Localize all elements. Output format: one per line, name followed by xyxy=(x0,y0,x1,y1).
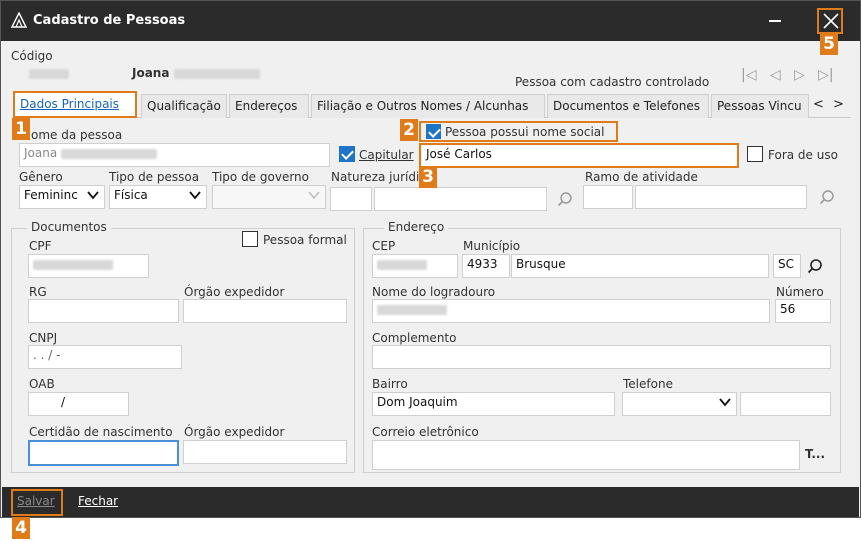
nome-input[interactable]: Joana xyxy=(19,143,330,167)
numero-label: Número xyxy=(776,285,824,299)
footer-bar: Salvar Fechar xyxy=(2,487,859,517)
pessoa-formal-checkbox[interactable] xyxy=(242,231,258,247)
cpf-label: CPF xyxy=(29,239,52,253)
oab-label: OAB xyxy=(29,377,55,391)
window-title: Cadastro de Pessoas xyxy=(33,13,186,28)
app-logo-icon xyxy=(11,12,27,28)
highlight-nome-social xyxy=(419,121,618,142)
email-label: Correio eletrônico xyxy=(372,425,479,439)
tab-scroll-right-icon[interactable]: > xyxy=(833,97,844,119)
pessoa-formal-label: Pessoa formal xyxy=(263,233,347,247)
orgao-expedidor-2-label: Órgão expedidor xyxy=(184,425,285,439)
documentos-title: Documentos xyxy=(27,220,111,234)
cep-input[interactable] xyxy=(372,254,458,278)
tipo-governo-select[interactable] xyxy=(212,185,326,209)
badge-4: 4 xyxy=(12,517,30,539)
complemento-input[interactable] xyxy=(372,345,831,369)
municipio-label: Município xyxy=(463,239,521,253)
bairro-input[interactable]: Dom Joaquim xyxy=(372,392,615,416)
tab-bar: Dados Principais Qualificação Endereços … xyxy=(13,91,851,119)
badge-5: 5 xyxy=(820,33,838,55)
numero-input[interactable]: 56 xyxy=(775,299,831,323)
cpf-input[interactable] xyxy=(28,254,149,278)
certidao-label: Certidão de nascimento xyxy=(29,425,173,439)
capitular-checkbox[interactable] xyxy=(339,146,355,162)
municipio-code-input[interactable]: 4933 xyxy=(462,254,510,278)
tipo-pessoa-select[interactable]: Física xyxy=(109,185,207,209)
endereco-title: Endereço xyxy=(384,220,449,234)
badge-3: 3 xyxy=(419,166,437,188)
chevron-down-icon xyxy=(87,191,99,200)
record-nav: |◁ ◁ ▷ ▷| xyxy=(741,67,834,83)
complemento-label: Complemento xyxy=(372,331,457,345)
uf-input[interactable]: SC xyxy=(773,254,801,278)
natureza-desc-input[interactable] xyxy=(374,187,547,211)
controlled-text: Pessoa com cadastro controlado xyxy=(515,75,710,89)
logradouro-label: Nome do logradouro xyxy=(372,285,496,299)
tab-qualificacao[interactable]: Qualificação xyxy=(141,94,227,118)
ramo-desc-input[interactable] xyxy=(635,185,807,209)
fora-de-uso-checkbox[interactable] xyxy=(747,146,763,162)
next-record-icon[interactable]: ▷ xyxy=(794,67,805,83)
person-name-header: Joana xyxy=(132,66,260,80)
email-input[interactable] xyxy=(372,440,800,470)
ramo-code-input[interactable] xyxy=(583,185,633,209)
chevron-down-icon xyxy=(189,191,201,200)
telefone-label: Telefone xyxy=(623,377,673,391)
capitular-label: Capitular xyxy=(359,148,414,162)
search-icon[interactable] xyxy=(807,258,823,274)
tab-filiacao[interactable]: Filiação e Outros Nomes / Alcunhas xyxy=(311,94,545,118)
cnpj-label: CNPJ xyxy=(29,331,58,345)
orgao-expedidor-label: Órgão expedidor xyxy=(184,285,285,299)
nome-label: Nome da pessoa xyxy=(22,128,123,142)
orgao-expedidor-2-input[interactable] xyxy=(183,440,347,464)
municipio-name-input[interactable]: Brusque xyxy=(511,254,769,278)
tab-enderecos[interactable]: Endereços xyxy=(229,94,309,118)
codigo-label: Código xyxy=(11,49,53,63)
badge-1: 1 xyxy=(12,118,30,140)
highlight-salvar xyxy=(11,489,63,516)
tab-documentos-telefones[interactable]: Documentos e Telefones xyxy=(547,94,709,118)
rg-label: RG xyxy=(29,285,47,299)
fora-de-uso-label: Fora de uso xyxy=(768,148,838,162)
logradouro-input[interactable] xyxy=(372,299,770,323)
genero-label: Gênero xyxy=(19,170,63,184)
cep-label: CEP xyxy=(372,239,396,253)
chevron-down-icon xyxy=(719,398,731,407)
tab-scroll-left-icon[interactable]: < xyxy=(813,97,824,119)
tipo-governo-label: Tipo de governo xyxy=(212,170,309,184)
genero-select[interactable]: Femininc xyxy=(19,185,105,209)
tab-dados-principais[interactable]: Dados Principais xyxy=(13,91,137,118)
email-type-button[interactable]: T... xyxy=(805,447,825,461)
telefone-input[interactable] xyxy=(740,392,831,416)
first-record-icon[interactable]: |◁ xyxy=(741,67,756,83)
fechar-button[interactable]: Fechar xyxy=(78,494,118,508)
ramo-label: Ramo de atividade xyxy=(585,170,698,184)
codigo-field[interactable] xyxy=(11,64,121,84)
highlight-nome-social-input xyxy=(419,143,739,168)
oab-input[interactable]: / xyxy=(28,392,129,416)
title-bar: Cadastro de Pessoas xyxy=(1,1,860,41)
prev-record-icon[interactable]: ◁ xyxy=(770,67,781,83)
search-icon[interactable] xyxy=(819,189,835,205)
tipo-pessoa-label: Tipo de pessoa xyxy=(109,170,200,184)
natureza-code-input[interactable] xyxy=(330,187,372,211)
chevron-down-icon xyxy=(308,191,320,200)
last-record-icon[interactable]: ▷| xyxy=(818,67,833,83)
rg-input[interactable] xyxy=(28,299,179,323)
search-icon[interactable] xyxy=(557,191,573,207)
badge-2: 2 xyxy=(400,119,418,141)
highlight-close xyxy=(817,8,843,34)
certidao-input[interactable] xyxy=(28,440,179,466)
natureza-label: Natureza jurídi xyxy=(331,170,420,184)
tab-pessoas-vinculadas[interactable]: Pessoas Vincu xyxy=(711,94,809,118)
telefone-type-select[interactable] xyxy=(622,392,737,416)
cnpj-input[interactable]: . . / - xyxy=(28,345,182,369)
minimize-button[interactable] xyxy=(769,20,781,22)
window: Cadastro de Pessoas Código Joana Pessoa … xyxy=(0,0,861,518)
orgao-expedidor-input[interactable] xyxy=(183,299,347,323)
bairro-label: Bairro xyxy=(372,377,408,391)
